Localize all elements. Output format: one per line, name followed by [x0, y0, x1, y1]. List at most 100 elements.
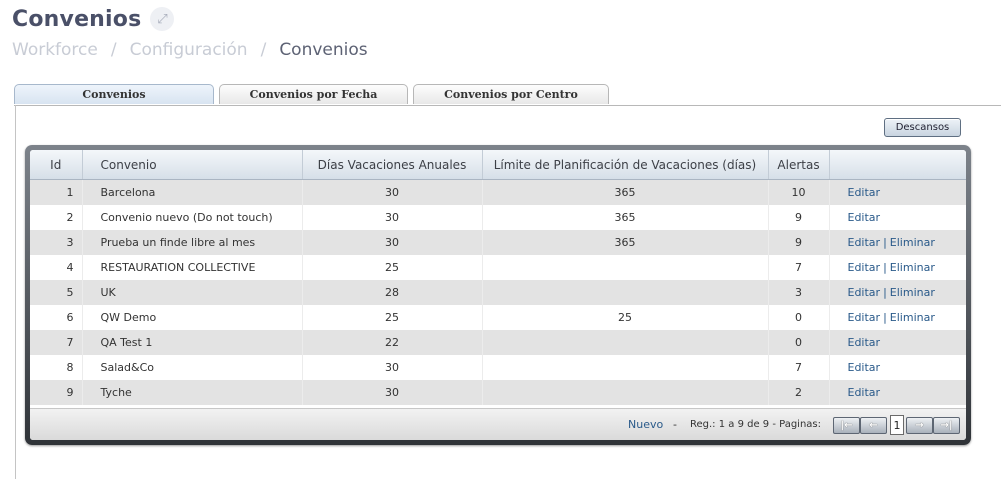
- delete-link[interactable]: Eliminar: [890, 311, 935, 324]
- cell-alertas: 9: [768, 205, 830, 230]
- tab-convenios-por-fecha[interactable]: Convenios por Fecha: [219, 84, 408, 104]
- table-row: 6 QW Demo 25 25 0 Editar | Eliminar: [30, 305, 966, 330]
- cell-convenio: QW Demo: [82, 305, 303, 330]
- next-page-icon[interactable]: →: [906, 417, 933, 434]
- cell-limite: [482, 280, 769, 305]
- cell-convenio: Convenio nuevo (Do not touch): [82, 205, 303, 230]
- cell-alertas: 9: [768, 230, 830, 255]
- breadcrumb-convenios: Convenios: [279, 40, 368, 60]
- cell-dias-vacaciones: 30: [302, 355, 483, 380]
- convenios-table: Id Convenio Días Vacaciones Anuales Lími…: [30, 150, 966, 405]
- cell-convenio: QA Test 1: [82, 330, 303, 355]
- cell-actions: Editar: [829, 205, 966, 230]
- cell-limite: 365: [482, 205, 769, 230]
- records-info: Reg.: 1 a 9 de 9 - Paginas:: [690, 419, 822, 430]
- table-body: 1 Barcelona 30 365 10 Editar 2 Convenio nuevo (…: [30, 179, 966, 405]
- table-row: 8 Salad&Co 30 7 Editar: [30, 355, 966, 380]
- edit-link[interactable]: Editar: [848, 236, 881, 249]
- column-header-dias-vacaciones[interactable]: Días Vacaciones Anuales: [302, 150, 483, 180]
- delete-link[interactable]: Eliminar: [890, 261, 935, 274]
- cell-id: 8: [30, 355, 83, 380]
- cell-dias-vacaciones: 30: [302, 179, 483, 205]
- cell-convenio: Tyche: [82, 380, 303, 405]
- cell-id: 1: [30, 179, 83, 205]
- edit-link[interactable]: Editar: [848, 311, 881, 324]
- cell-convenio: UK: [82, 280, 303, 305]
- cell-dias-vacaciones: 22: [302, 330, 483, 355]
- column-header-actions: [829, 150, 966, 180]
- column-header-alertas[interactable]: Alertas: [768, 150, 830, 180]
- delete-link[interactable]: Eliminar: [890, 236, 935, 249]
- breadcrumb-workforce[interactable]: Workforce: [12, 40, 98, 60]
- edit-link[interactable]: Editar: [848, 386, 881, 399]
- edit-link[interactable]: Editar: [848, 286, 881, 299]
- action-separator: |: [883, 286, 887, 299]
- footer-dash: -: [673, 418, 677, 431]
- edit-link[interactable]: Editar: [848, 186, 881, 199]
- descansos-button[interactable]: Descansos: [884, 118, 961, 137]
- cell-convenio: Barcelona: [82, 179, 303, 205]
- cell-actions: Editar: [829, 330, 966, 355]
- breadcrumb-separator: /: [110, 40, 117, 60]
- prev-page-icon[interactable]: ←: [860, 417, 887, 434]
- edit-link[interactable]: Editar: [848, 336, 881, 349]
- page-number[interactable]: 1: [890, 415, 904, 435]
- cell-alertas: 2: [768, 380, 830, 405]
- table-row: 3 Prueba un finde libre al mes 30 365 9 Edita…: [30, 230, 966, 255]
- cell-alertas: 10: [768, 179, 830, 205]
- nuevo-link[interactable]: Nuevo: [628, 409, 663, 440]
- tab-convenios[interactable]: Convenios: [14, 84, 214, 104]
- cell-id: 6: [30, 305, 83, 330]
- edit-link[interactable]: Editar: [848, 361, 881, 374]
- cell-actions: Editar | Eliminar: [829, 230, 966, 255]
- table-row: 1 Barcelona 30 365 10 Editar: [30, 179, 966, 205]
- first-page-icon[interactable]: |←: [833, 417, 860, 434]
- cell-actions: Editar: [829, 355, 966, 380]
- cell-id: 5: [30, 280, 83, 305]
- grid-frame: Id Convenio Días Vacaciones Anuales Lími…: [25, 145, 971, 445]
- edit-link[interactable]: Editar: [848, 211, 881, 224]
- cell-limite: 25: [482, 305, 769, 330]
- cell-dias-vacaciones: 30: [302, 380, 483, 405]
- title-row: Convenios ⤢: [12, 4, 175, 34]
- cell-dias-vacaciones: 28: [302, 280, 483, 305]
- cell-alertas: 0: [768, 330, 830, 355]
- breadcrumb-configuracion[interactable]: Configuración: [130, 40, 248, 60]
- cell-id: 2: [30, 205, 83, 230]
- expand-icon[interactable]: ⤢: [150, 7, 175, 31]
- table-header-row: Id Convenio Días Vacaciones Anuales Lími…: [30, 150, 966, 180]
- grid-footer: Nuevo - Reg.: 1 a 9 de 9 - Paginas: |← ←…: [30, 408, 966, 440]
- convenios-grid: Id Convenio Días Vacaciones Anuales Lími…: [30, 150, 966, 440]
- cell-limite: [482, 355, 769, 380]
- cell-id: 9: [30, 380, 83, 405]
- action-separator: |: [883, 261, 887, 274]
- cell-actions: Editar: [829, 179, 966, 205]
- cell-actions: Editar | Eliminar: [829, 280, 966, 305]
- cell-id: 7: [30, 330, 83, 355]
- page-title: Convenios: [12, 6, 142, 32]
- tab-convenios-por-centro[interactable]: Convenios por Centro: [413, 84, 609, 104]
- edit-link[interactable]: Editar: [848, 261, 881, 274]
- last-page-icon[interactable]: →|: [933, 417, 960, 434]
- table-row: 9 Tyche 30 2 Editar: [30, 380, 966, 405]
- column-header-convenio[interactable]: Convenio: [82, 150, 303, 180]
- action-separator: |: [883, 311, 887, 324]
- panel-border: [15, 105, 16, 479]
- action-separator: |: [883, 236, 887, 249]
- table-row: 5 UK 28 3 Editar | Eliminar: [30, 280, 966, 305]
- table-row: 2 Convenio nuevo (Do not touch) 30 365 9 Edit…: [30, 205, 966, 230]
- column-header-limite-planificacion[interactable]: Límite de Planificación de Vacaciones (d…: [482, 150, 769, 180]
- column-header-id[interactable]: Id: [30, 150, 83, 180]
- cell-limite: [482, 330, 769, 355]
- cell-limite: 365: [482, 230, 769, 255]
- cell-limite: [482, 380, 769, 405]
- cell-convenio: Prueba un finde libre al mes: [82, 230, 303, 255]
- cell-alertas: 7: [768, 255, 830, 280]
- cell-limite: 365: [482, 179, 769, 205]
- delete-link[interactable]: Eliminar: [890, 286, 935, 299]
- cell-alertas: 7: [768, 355, 830, 380]
- breadcrumb: Workforce / Configuración / Convenios: [12, 40, 368, 60]
- cell-dias-vacaciones: 25: [302, 255, 483, 280]
- cell-actions: Editar: [829, 380, 966, 405]
- cell-convenio: RESTAURATION COLLECTIVE: [82, 255, 303, 280]
